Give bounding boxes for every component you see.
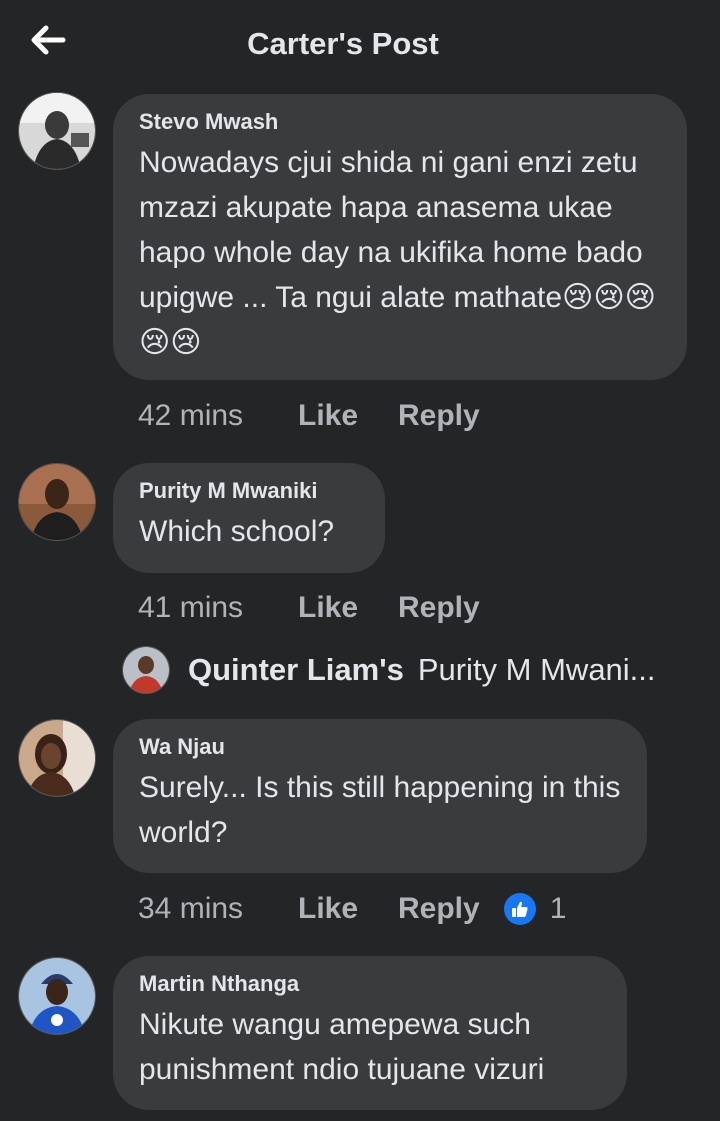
avatar[interactable] [18,957,96,1035]
avatar[interactable] [18,719,96,797]
comment-time[interactable]: 41 mins [138,591,298,625]
comment-text: Which school? [139,515,335,548]
reply-button[interactable]: Reply [398,591,480,625]
comment-text: Surely... Is this still happening in thi… [139,771,621,849]
comment-bubble[interactable]: Purity M Mwaniki Which school? [113,463,385,573]
comment-author[interactable]: Martin Nthanga [139,970,601,998]
reply-button[interactable]: Reply [398,892,480,926]
like-button[interactable]: Like [298,892,398,926]
comment-time[interactable]: 34 mins [138,892,298,926]
reply-author[interactable]: Quinter Liam's [188,652,404,688]
reaction-count: 1 [549,892,567,925]
comment-text: Nikute wangu amepewa such punishment ndi… [139,1008,545,1086]
comment-meta: 34 mins Like Reply 1 [138,889,566,929]
comment-author[interactable]: Wa Njau [139,733,621,761]
reply-button[interactable]: Reply [398,399,480,433]
page-title: Carter's Post [247,26,439,61]
reaction-summary[interactable]: 1 [503,892,567,926]
like-button[interactable]: Like [298,399,398,433]
comment-meta: 41 mins Like Reply [138,588,480,628]
comment-bubble[interactable]: Stevo Mwash Nowadays cjui shida ni gani … [113,94,687,380]
comment-meta: 42 mins Like Reply [138,396,480,436]
comment-text: Nowadays cjui shida ni gani enzi zetu mz… [139,146,656,359]
avatar[interactable] [18,92,96,170]
reply-text: Purity M Mwani... [417,652,656,687]
avatar[interactable] [122,646,170,694]
comment-bubble[interactable]: Martin Nthanga Nikute wangu amepewa such… [113,956,627,1110]
avatar[interactable] [18,463,96,541]
header-bar: Carter's Post [0,0,720,90]
like-button[interactable]: Like [298,591,398,625]
thumbs-up-icon [503,893,536,925]
comment-author[interactable]: Stevo Mwash [139,108,661,136]
comment-bubble[interactable]: Wa Njau Surely... Is this still happenin… [113,719,647,873]
comment-time[interactable]: 42 mins [138,399,298,433]
comment-author[interactable]: Purity M Mwaniki [139,477,359,505]
reply-preview[interactable]: Quinter Liam's Purity M Mwani... [122,645,656,695]
